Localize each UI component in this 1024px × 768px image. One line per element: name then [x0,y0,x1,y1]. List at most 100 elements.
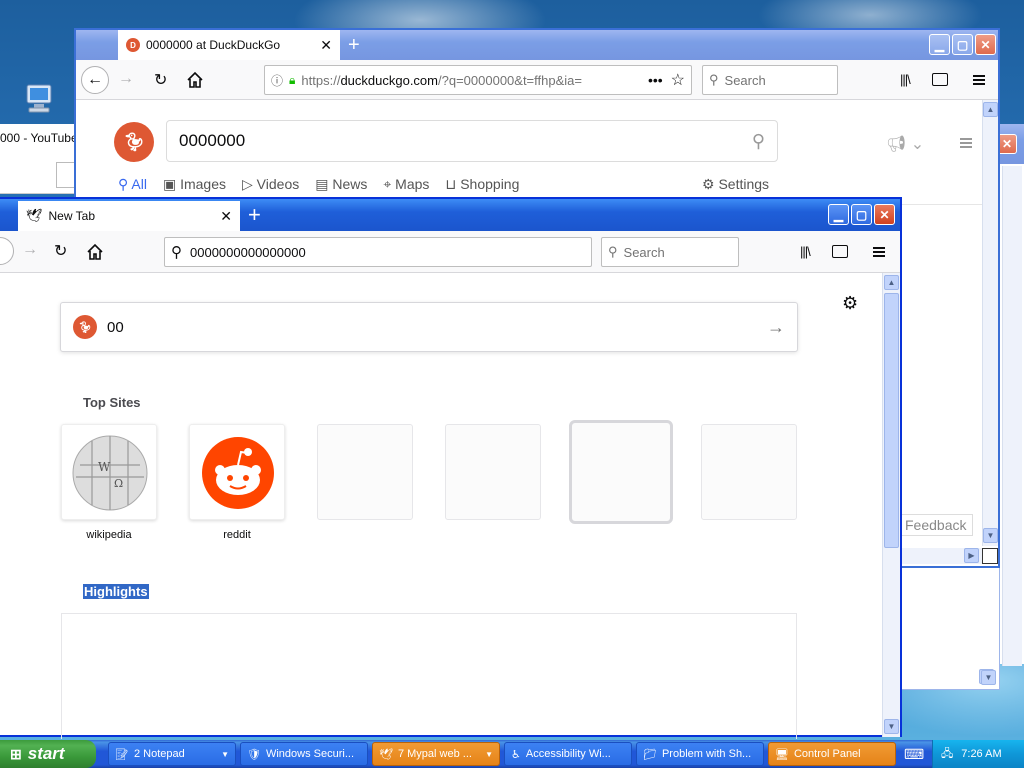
maximize-button[interactable]: ▢ [851,204,872,225]
back-button[interactable] [0,237,14,265]
taskbar-item-mypal-label: 7 Mypal web ... [397,748,472,760]
taskbar-item-problem[interactable]: 📁︎ Problem with Sh... [636,742,764,766]
lock-icon: 🔒︎ [289,72,296,87]
keyboard-icon[interactable]: ⌨︎ [904,746,924,763]
tab-close-icon[interactable]: ✕ [220,208,232,225]
search-box[interactable]: ⚲ Search [702,65,838,95]
taskbar-item-mypal[interactable]: 🕊︎ 7 Mypal web ... ▼ [372,742,500,766]
duckduckgo-scrollbar[interactable]: ▲ ▼ [982,100,998,546]
back-button[interactable]: ← [81,66,109,94]
feedback-label: Feedback [905,517,967,533]
top-site-wikipedia[interactable]: W Ω [61,424,157,520]
new-tab-browser-window[interactable]: 🕊︎ New Tab ✕ + ▁ ▢ ✕ → ↻ ⚲ 0000000000000… [0,197,902,739]
scroll-right-button[interactable]: ▶ [964,548,979,563]
forward-button[interactable]: → [118,70,134,88]
ddg-menu-icon[interactable] [960,136,972,150]
scroll-up-button[interactable]: ▲ [983,102,998,117]
page-actions-icon[interactable]: ••• [648,72,663,88]
start-button[interactable]: ⊞ start [0,740,96,768]
svg-text:Ω: Ω [114,477,123,490]
news-icon: ▤ [315,176,329,192]
duckduckgo-logo[interactable]: 🦆︎ [114,122,154,162]
nav-videos[interactable]: ▷ Videos [242,176,299,193]
url-bar[interactable]: ⓘ 🔒︎ https:// duckduckgo.com /?q=0000000… [264,65,692,95]
url-bar[interactable]: ⚲ 0000000000000000 [164,237,592,267]
taskbar-item-accessibility[interactable]: ♿︎ Accessibility Wi... [504,742,632,766]
minimize-button[interactable]: ▁ [929,34,950,55]
newtab-search-value: 00 [107,318,124,336]
tab-duckduckgo[interactable]: D 0000000 at DuckDuckGo ✕ [118,30,340,60]
nav-shopping[interactable]: ⊔ Shopping [445,176,519,193]
home-button[interactable] [86,243,104,264]
tab-new-tab[interactable]: 🕊︎ New Tab ✕ [18,201,240,231]
search-placeholder: Search [724,72,766,88]
search-placeholder: Search [623,244,665,260]
accessibility-icon: ♿︎ [511,748,521,761]
group-arrow-icon: ▼ [221,749,229,759]
tray-network-icon[interactable]: 🖧︎ [941,745,953,764]
far-right-scroll-down[interactable]: ▼ [981,670,996,685]
nav-maps[interactable]: ⌖ Maps [383,176,429,193]
scroll-up-button[interactable]: ▲ [884,275,899,290]
url-value: 0000000000000000 [190,244,306,260]
home-button[interactable] [186,71,204,92]
search-go-arrow-icon[interactable]: → [767,317,785,338]
tab-close-icon[interactable]: ✕ [320,37,332,54]
taskbar-item-control-panel-label: Control Panel [793,748,861,760]
nav-all[interactable]: ⚲ All [118,176,147,193]
hamburger-menu-icon[interactable] [873,245,885,259]
my-computer-icon[interactable] [22,82,56,116]
close-button[interactable]: ✕ [975,34,996,55]
newtab-gear-icon[interactable]: ⚙︎ [842,293,858,314]
scroll-thumb[interactable] [884,293,899,548]
top-site-empty-2[interactable] [445,424,541,520]
bookmark-star-icon[interactable]: ☆ [671,70,685,90]
nav-images[interactable]: ▣ Images [163,176,226,193]
right-window-scrollbar[interactable] [1002,166,1022,666]
ddg-search-icon[interactable]: ⚲ [752,131,765,152]
info-icon[interactable]: ⓘ [271,72,283,89]
taskbar-item-control-panel[interactable]: 🖥︎ Control Panel [768,742,896,766]
taskbar-item-windows-security-label: Windows Securi... [265,748,354,760]
url-prefix: https:// [301,72,341,88]
library-icon[interactable]: |||\ [800,244,811,259]
forward-button[interactable]: → [22,241,38,259]
megaphone-icon[interactable]: 📢︎ ⌄ [886,134,924,154]
right-window-close-button[interactable]: ✕ [997,134,1017,154]
top-site-reddit[interactable] [189,424,285,520]
ddg-settings[interactable]: ⚙︎ Settings [702,176,769,193]
right-background-window[interactable]: ✕ [996,124,1024,666]
taskbar-item-notepad[interactable]: 📝︎ 2 Notepad ▼ [108,742,236,766]
duckduckgo-favicon-icon: D [126,38,140,52]
top-site-empty-1[interactable] [317,424,413,520]
top-site-empty-4[interactable] [701,424,797,520]
ddg-settings-label: Settings [718,176,770,192]
hamburger-menu-icon[interactable] [973,73,985,87]
youtube-window-urlbar-fragment [56,162,75,188]
new-tab-scrollbar[interactable]: ▲ ▼ [882,273,900,737]
clock[interactable]: 7:26 AM [961,748,1001,760]
search-box[interactable]: ⚲ Search [601,237,739,267]
scroll-down-button[interactable]: ▼ [884,719,899,734]
scroll-down-button[interactable]: ▼ [983,528,998,543]
top-site-empty-3-focused[interactable] [569,420,673,524]
new-tab-plus-icon[interactable]: + [248,202,261,228]
reload-button[interactable]: ↻ [54,241,67,261]
horizontal-scrollbar[interactable]: ▶ [896,548,982,564]
minimize-button[interactable]: ▁ [828,204,849,225]
ddg-search-field[interactable]: 0000000 ⚲ [166,120,778,162]
nav-news[interactable]: ▤ News [315,176,367,193]
youtube-window-fragment[interactable]: 000 - YouTube [0,124,78,194]
new-tab-plus-icon[interactable]: + [348,34,360,57]
sidebar-icon[interactable] [932,73,948,86]
tab-duckduckgo-title: 0000000 at DuckDuckGo [146,38,281,52]
maximize-button[interactable]: ▢ [952,34,973,55]
newtab-search-field[interactable]: 🦆︎ 00 → [60,302,798,352]
reload-button[interactable]: ↻ [154,70,167,90]
library-icon[interactable]: |||\ [900,72,911,87]
system-tray: 🖧︎ 7:26 AM [932,740,1024,768]
sidebar-icon[interactable] [832,245,848,258]
taskbar-item-windows-security[interactable]: 🛡︎ Windows Securi... [240,742,368,766]
close-button[interactable]: ✕ [874,204,895,225]
feedback-link[interactable]: Feedback [898,514,974,536]
